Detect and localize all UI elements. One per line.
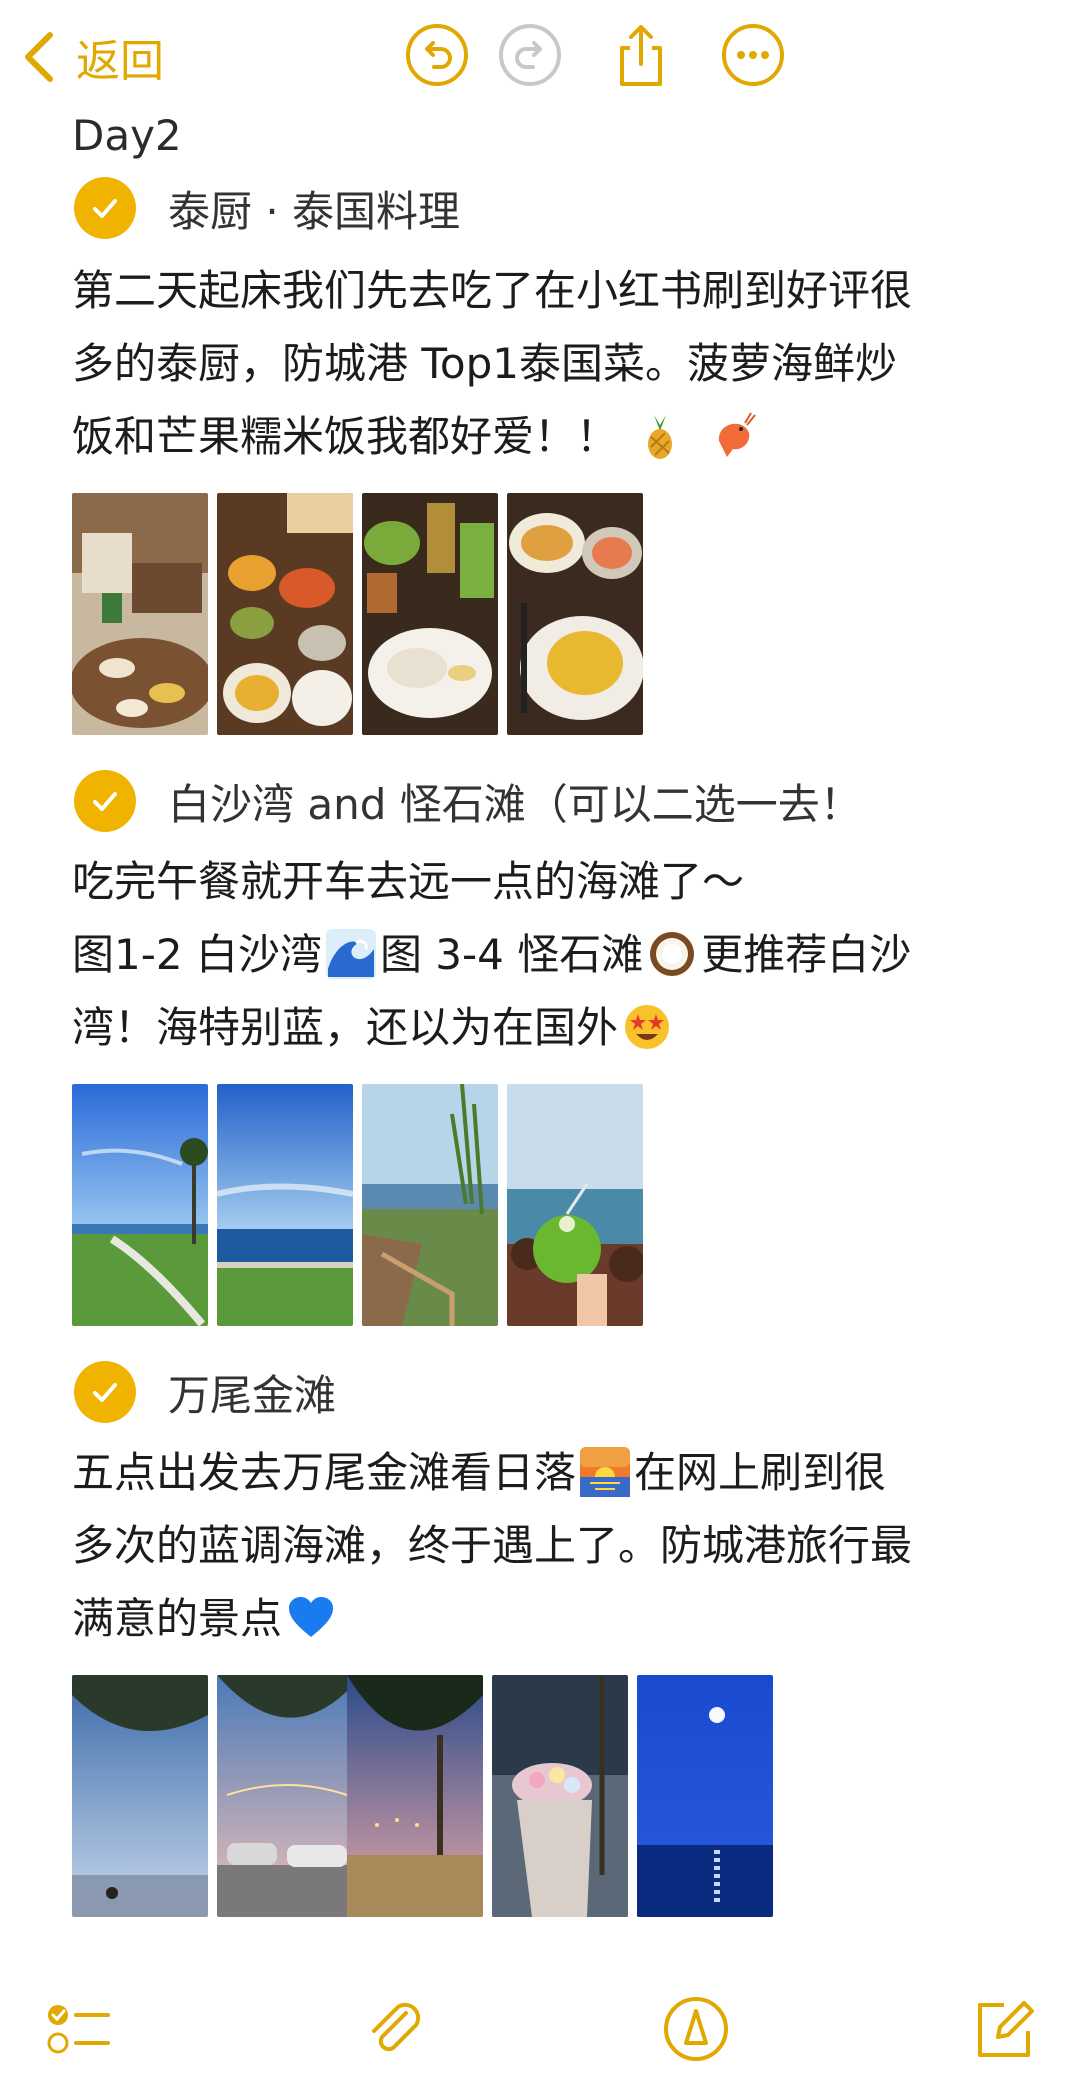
attachment-icon — [372, 2002, 421, 2052]
section-title: 万尾金滩 — [168, 1370, 337, 1420]
text-line: 多的泰厨，防城港 Top1泰国菜。菠萝海鲜炒 — [72, 339, 897, 388]
checked-checkbox[interactable] — [74, 770, 136, 832]
checkmark-icon — [93, 1383, 117, 1402]
text-line: 吃完午餐就开车去远一点的海滩了～ — [72, 857, 745, 906]
share-button[interactable] — [608, 22, 674, 88]
redo-icon — [499, 24, 561, 86]
text-line: 图 3-4 怪石滩 — [379, 930, 644, 979]
checked-checkbox[interactable] — [74, 177, 136, 239]
sunrise-emoji — [580, 1446, 631, 1497]
text-line: 更推荐白沙 — [701, 930, 912, 979]
text-line: 多次的蓝调海滩，终于遇上了。防城港旅行最 — [72, 1521, 913, 1570]
markup-pen-icon — [664, 1997, 728, 2061]
undo-button[interactable] — [404, 22, 470, 88]
moonlight-sea-photo[interactable] — [637, 1675, 773, 1917]
section-title: 泰厨 · 泰国料理 — [168, 186, 461, 236]
chevron-left-icon — [25, 32, 53, 82]
back-label: 返回 — [76, 36, 164, 87]
restaurant-interior-photo[interactable] — [72, 493, 208, 735]
thai-dishes-photo[interactable] — [217, 493, 353, 735]
section-paragraph: 第二天起床我们先去吃了在小红书刷到好评很 多的泰厨，防城港 Top1泰国菜。菠萝… — [72, 254, 1012, 473]
photo-gallery — [72, 1084, 1032, 1330]
undo-icon — [406, 24, 468, 86]
redo-button[interactable] — [497, 22, 563, 88]
share-icon — [620, 25, 662, 86]
checklist-item-beaches: 白沙湾 and 怪石滩（可以二选一去！ — [72, 761, 1032, 841]
star-struck-emoji — [625, 1004, 670, 1049]
guaishitan-path-photo[interactable] — [362, 1084, 498, 1326]
markup-button[interactable] — [660, 1993, 732, 2065]
photo-gallery — [72, 1675, 1032, 1921]
text-line: 在网上刷到很 — [634, 1448, 887, 1497]
bouquet-photo[interactable] — [492, 1675, 628, 1917]
checkmark-icon — [93, 199, 117, 218]
photo-gallery — [72, 493, 1032, 739]
attachment-button[interactable] — [358, 1993, 430, 2065]
coconut-emoji — [650, 931, 695, 976]
text-line: 满意的景点 — [72, 1594, 283, 1643]
section-title: 白沙湾 and 怪石滩（可以二选一去！ — [168, 779, 862, 829]
curry-dish-photo[interactable] — [507, 493, 643, 735]
section-paragraph: 吃完午餐就开车去远一点的海滩了～ 图1-2 白沙湾 图 3-4 怪石滩 更推荐白… — [72, 845, 1012, 1064]
pineapple-emoji — [648, 414, 673, 459]
compose-button[interactable] — [968, 1993, 1040, 2065]
baishawan-lawn-photo[interactable] — [72, 1084, 208, 1326]
wave-emoji — [325, 928, 376, 979]
checklist-button[interactable] — [42, 1993, 114, 2065]
bottom-toolbar — [0, 1979, 1080, 2089]
checked-checkbox[interactable] — [74, 1361, 136, 1423]
beach-lights-photo[interactable] — [347, 1675, 483, 1917]
drinks-and-rice-photo[interactable] — [362, 493, 498, 735]
checklist-item-thai-restaurant: 泰厨 · 泰国料理 — [72, 168, 1032, 248]
text-line: 图1-2 白沙湾 — [72, 930, 322, 979]
text-line: 饭和芒果糯米饭我都好爱！！ — [72, 412, 619, 461]
text-line: 湾！海特别蓝，还以为在国外 — [72, 1003, 619, 1052]
top-navigation-bar: 返回 — [0, 0, 1080, 110]
checklist-icon — [47, 2005, 110, 2054]
checklist-item-wanwei-beach: 万尾金滩 — [72, 1352, 1032, 1432]
coconut-beach-photo[interactable] — [507, 1084, 643, 1326]
back-button[interactable]: 返回 — [22, 22, 164, 92]
baishawan-sea-photo[interactable] — [217, 1084, 353, 1326]
compose-icon — [978, 2001, 1034, 2057]
shrimp-emoji — [718, 411, 756, 457]
section-paragraph: 五点出发去万尾金滩看日落 在网上刷到很 多次的蓝调海滩，终于遇上了。防城港旅行最… — [72, 1436, 1012, 1655]
more-options-icon — [722, 24, 784, 86]
more-button[interactable] — [720, 22, 786, 88]
blue-heart-emoji — [289, 1596, 334, 1637]
text-line: 五点出发去万尾金滩看日落 — [72, 1448, 577, 1497]
beach-cars-photo[interactable] — [217, 1675, 353, 1917]
day-title: Day2 — [72, 111, 182, 160]
checkmark-icon — [93, 792, 117, 811]
beach-scooter-photo[interactable] — [72, 1675, 208, 1917]
note-body[interactable]: Day2 泰厨 · 泰国料理 第二天起床我们先去吃了在小红书刷到好评很 多的泰厨… — [72, 108, 1032, 1931]
text-line: 第二天起床我们先去吃了在小红书刷到好评很 — [72, 266, 913, 315]
